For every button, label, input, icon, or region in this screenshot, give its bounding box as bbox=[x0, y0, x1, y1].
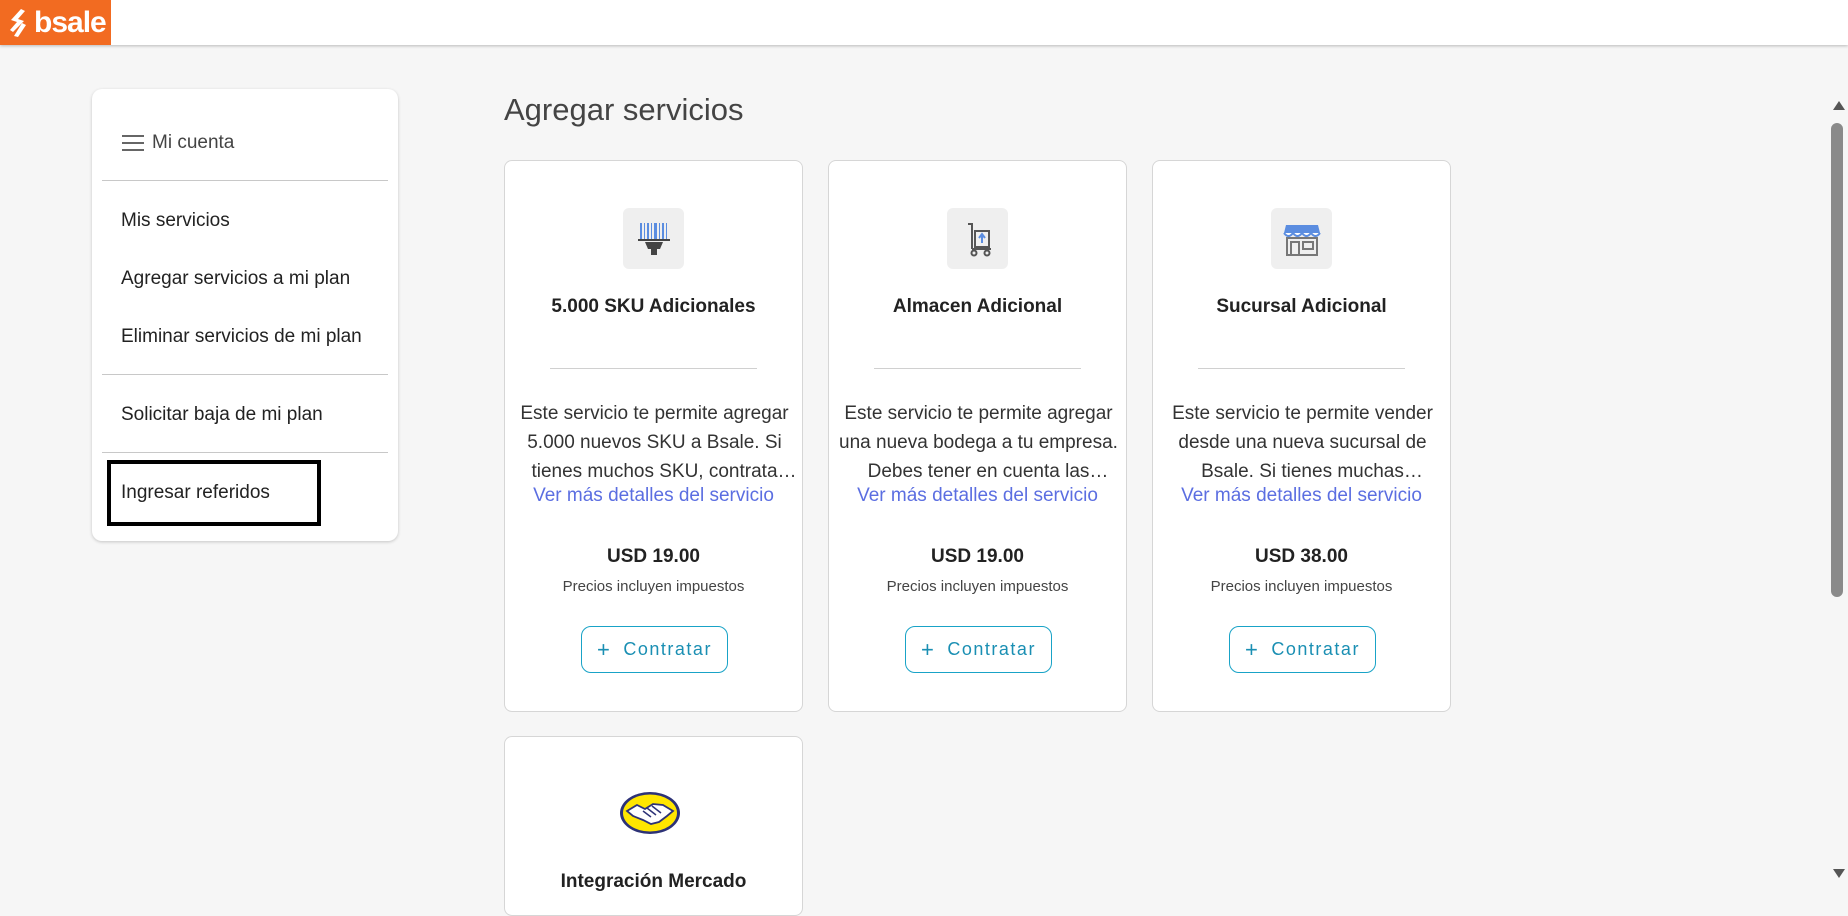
sidebar-divider bbox=[102, 180, 388, 181]
handshake-icon bbox=[619, 791, 681, 835]
card-price: USD 19.00 bbox=[607, 546, 700, 567]
service-card: Sucursal Adicional Este servicio te perm… bbox=[1152, 160, 1451, 712]
scrollbar-thumb[interactable] bbox=[1831, 123, 1843, 597]
details-link[interactable]: Ver más detalles del servicio bbox=[505, 485, 802, 507]
card-description: Este servicio te permite agregar 5.000 n… bbox=[520, 403, 789, 482]
sidebar-item-mis-servicios[interactable]: Mis servicios bbox=[121, 210, 230, 232]
contratar-button[interactable]: + Contratar bbox=[1229, 626, 1376, 673]
sidebar-item-eliminar-servicios[interactable]: Eliminar servicios de mi plan bbox=[121, 326, 362, 348]
plus-icon: + bbox=[597, 636, 612, 662]
menu-icon bbox=[122, 135, 144, 151]
button-label: Contratar bbox=[623, 639, 712, 659]
sidebar-item-solicitar-baja[interactable]: Solicitar baja de mi plan bbox=[121, 404, 323, 426]
card-divider bbox=[1198, 368, 1405, 369]
store-icon bbox=[1271, 208, 1332, 269]
plus-icon: + bbox=[1245, 636, 1260, 662]
warehouse-cart-icon bbox=[947, 208, 1008, 269]
button-label: Contratar bbox=[1271, 639, 1360, 659]
tax-note: Precios incluyen impuestos bbox=[886, 578, 1069, 595]
sidebar-divider bbox=[102, 452, 388, 453]
card-description: Este servicio te permite agregar una nue… bbox=[839, 403, 1118, 482]
brand-name: bsale bbox=[34, 5, 107, 39]
contratar-button[interactable]: + Contratar bbox=[581, 626, 728, 673]
plus-icon: + bbox=[921, 636, 936, 662]
sidebar-header[interactable]: Mi cuenta bbox=[122, 132, 234, 154]
service-card: Integración Mercado bbox=[504, 736, 803, 916]
card-title: Almacen Adicional bbox=[892, 296, 1063, 317]
card-description: Este servicio te permite vender desde un… bbox=[1172, 403, 1433, 482]
tax-note: Precios incluyen impuestos bbox=[1210, 578, 1393, 595]
button-label: Contratar bbox=[947, 639, 1036, 659]
details-link[interactable]: Ver más detalles del servicio bbox=[829, 485, 1126, 507]
card-title: 5.000 SKU Adicionales bbox=[551, 296, 756, 317]
page-title: Agregar servicios bbox=[504, 92, 744, 127]
barcode-scanner-icon bbox=[623, 208, 684, 269]
scroll-up-arrow-icon[interactable] bbox=[1833, 101, 1845, 110]
sidebar-item-agregar-servicios[interactable]: Agregar servicios a mi plan bbox=[121, 268, 350, 290]
card-title: Sucursal Adicional bbox=[1216, 296, 1387, 317]
tax-note: Precios incluyen impuestos bbox=[562, 578, 745, 595]
sidebar-item-ingresar-referidos[interactable]: Ingresar referidos bbox=[121, 482, 270, 504]
sidebar-divider bbox=[102, 374, 388, 375]
sidebar-header-label: Mi cuenta bbox=[152, 132, 235, 153]
card-price: USD 38.00 bbox=[1255, 546, 1348, 567]
service-card: Almacen Adicional Este servicio te permi… bbox=[828, 160, 1127, 712]
service-card: 5.000 SKU Adicionales Este servicio te p… bbox=[504, 160, 803, 712]
bsale-logo[interactable]: bsale bbox=[0, 0, 111, 45]
card-title: Integración Mercado bbox=[560, 871, 747, 892]
contratar-button[interactable]: + Contratar bbox=[905, 626, 1052, 673]
card-divider bbox=[874, 368, 1081, 369]
bsale-logo-icon bbox=[10, 8, 26, 37]
card-price: USD 19.00 bbox=[931, 546, 1024, 567]
scroll-down-arrow-icon[interactable] bbox=[1833, 869, 1845, 878]
account-sidebar: Mi cuenta Mis servicios Agregar servicio… bbox=[92, 89, 398, 541]
details-link[interactable]: Ver más detalles del servicio bbox=[1153, 485, 1450, 507]
top-bar: bsale bbox=[0, 0, 1848, 45]
card-divider bbox=[550, 368, 757, 369]
